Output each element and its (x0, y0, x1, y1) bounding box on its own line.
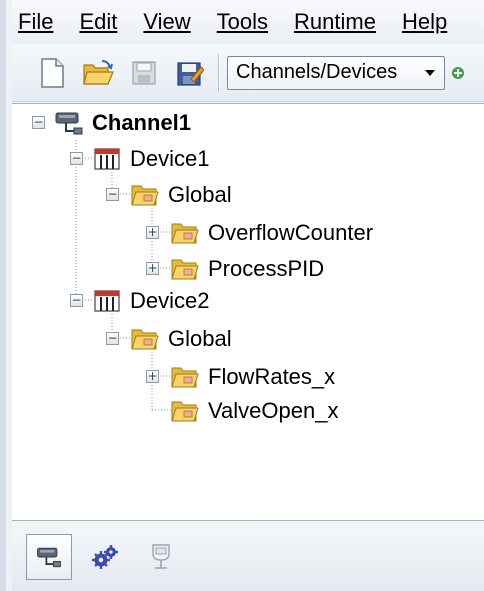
flowrates-expand-toggle[interactable]: + (146, 370, 159, 383)
channels-devices-view-icon (37, 547, 61, 567)
tree-node-processpid[interactable]: ProcessPID (168, 254, 324, 284)
save-icon (132, 60, 156, 85)
tree-node-label: ProcessPID (208, 256, 325, 281)
device2-collapse-toggle[interactable]: − (70, 294, 83, 307)
view-tab-strip (12, 522, 484, 591)
menu-tools-label: Tools (216, 9, 269, 34)
device1-collapse-toggle[interactable]: − (70, 152, 83, 165)
tree-node-label: Global (168, 182, 232, 207)
chevron-down-icon (422, 65, 438, 81)
menu-tools[interactable]: Tools (205, 0, 282, 44)
tree-node-flowrates[interactable]: FlowRates_x (168, 362, 335, 392)
tree-connector-lines (75, 140, 172, 411)
view-selector-value: Channels/Devices (236, 61, 398, 83)
channel-icon (52, 108, 86, 138)
processpid-expand-toggle[interactable]: + (146, 262, 159, 275)
menu-file[interactable]: File (12, 0, 67, 44)
alias-view-tab[interactable] (138, 534, 184, 580)
project-tree: − − − + + − − + Channel1 Device1 Global … (12, 103, 484, 521)
config-gear-view-icon (92, 544, 118, 569)
tree-node-device2-global[interactable]: Global (128, 324, 232, 354)
tree-node-device1-global[interactable]: Global (128, 180, 232, 210)
menu-help[interactable]: Help (390, 0, 461, 44)
menu-file-label: File (18, 9, 54, 34)
device-icon (90, 144, 124, 174)
save-button[interactable] (126, 55, 162, 91)
open-project-icon (83, 59, 114, 85)
device2-global-collapse-toggle[interactable]: − (106, 332, 119, 345)
menu-help-label: Help (401, 9, 448, 34)
app-window: File Edit View Tools Runtime Help Channe… (0, 0, 484, 591)
device1-global-collapse-toggle[interactable]: − (106, 188, 119, 201)
open-project-button[interactable] (80, 55, 116, 91)
device-icon (90, 286, 124, 316)
folder-icon (128, 324, 162, 354)
folder-icon (168, 254, 202, 284)
tree-node-label: ValveOpen_x (208, 398, 339, 423)
tree-node-overflowcounter[interactable]: OverflowCounter (168, 218, 373, 248)
folder-icon (168, 396, 202, 426)
tree-node-label: FlowRates_x (208, 364, 336, 389)
toolbar: Channels/Devices (12, 44, 484, 102)
menu-runtime[interactable]: Runtime (282, 0, 390, 44)
menu-runtime-label: Runtime (294, 9, 376, 34)
tree-node-label: Device1 (130, 146, 210, 171)
new-project-button[interactable] (34, 55, 70, 91)
view-selector-dropdown[interactable]: Channels/Devices (227, 55, 445, 90)
tree-node-label: OverflowCounter (208, 220, 374, 245)
save-as-icon (177, 61, 204, 86)
overflowcounter-expand-toggle[interactable]: + (146, 226, 159, 239)
add-icon[interactable] (451, 66, 465, 80)
config-gear-view-tab[interactable] (82, 534, 128, 580)
tree-node-label: Channel1 (92, 110, 192, 135)
channels-devices-view-tab[interactable] (26, 533, 72, 580)
tree-node-device1[interactable]: Device1 (90, 144, 209, 174)
alias-view-icon (152, 543, 170, 569)
tree-node-channel1[interactable]: Channel1 (52, 108, 191, 138)
menu-edit[interactable]: Edit (67, 0, 131, 44)
menu-view-label: View (143, 9, 191, 34)
toolbar-separator (218, 53, 219, 92)
new-project-icon (41, 57, 64, 88)
folder-icon (168, 218, 202, 248)
channel1-collapse-toggle[interactable]: − (32, 116, 45, 129)
folder-icon (128, 180, 162, 210)
tree-node-device2[interactable]: Device2 (90, 286, 209, 316)
folder-icon (168, 362, 202, 392)
menu-edit-label: Edit (79, 9, 118, 34)
menu-view[interactable]: View (131, 0, 204, 44)
tree-node-label: Device2 (130, 288, 210, 313)
save-as-button[interactable] (172, 55, 208, 91)
tree-node-label: Global (168, 326, 232, 351)
menu-bar: File Edit View Tools Runtime Help (12, 0, 484, 44)
tree-node-valveopen[interactable]: ValveOpen_x (168, 396, 338, 426)
